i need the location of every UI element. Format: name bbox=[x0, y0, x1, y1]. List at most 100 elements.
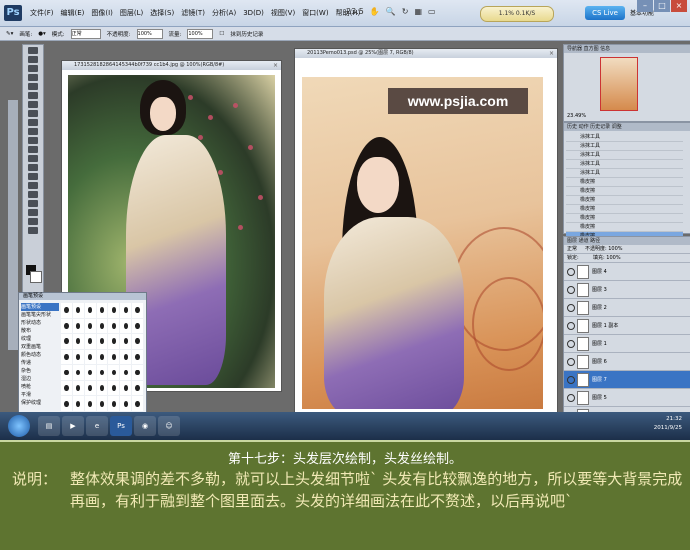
navigator-zoom[interactable]: 23.49% bbox=[567, 113, 586, 119]
menu-item[interactable]: 选择(S) bbox=[150, 8, 174, 18]
brush-preset[interactable] bbox=[108, 396, 120, 411]
brush-preset[interactable] bbox=[72, 380, 84, 396]
brush-tool-icon[interactable] bbox=[28, 110, 38, 117]
rotate-icon[interactable]: ↻ bbox=[402, 7, 409, 16]
brush-preset[interactable] bbox=[108, 303, 120, 318]
menu-item[interactable]: 图像(I) bbox=[91, 8, 113, 18]
brush-setting-item[interactable]: 颜色动态 bbox=[21, 351, 59, 359]
brush-setting-item[interactable]: 保护纹理 bbox=[21, 399, 59, 407]
brush-preset[interactable] bbox=[84, 318, 96, 334]
layer-fill[interactable]: 填充: 100% bbox=[593, 255, 621, 261]
brush-setting-item[interactable]: 传递 bbox=[21, 359, 59, 367]
history-state[interactable]: 涂抹工具 bbox=[566, 160, 683, 169]
move-tool-icon[interactable] bbox=[28, 47, 38, 54]
zoom-tool-icon[interactable] bbox=[28, 227, 38, 234]
brush-preset[interactable] bbox=[61, 303, 72, 318]
brush-preset[interactable] bbox=[132, 349, 143, 365]
brush-preset[interactable] bbox=[61, 318, 72, 334]
brush-preset[interactable] bbox=[84, 334, 96, 349]
background-color-swatch[interactable] bbox=[30, 271, 42, 283]
eye-icon[interactable] bbox=[567, 340, 575, 348]
brush-preset[interactable] bbox=[96, 365, 108, 380]
browser-icon[interactable]: e bbox=[86, 416, 108, 436]
brush-preset[interactable] bbox=[72, 365, 84, 380]
brush-preset[interactable] bbox=[120, 303, 132, 318]
layer-row[interactable]: 图层 1 bbox=[564, 335, 690, 353]
history-state[interactable]: 涂抹工具 bbox=[566, 169, 683, 178]
brush-preview[interactable]: ●▾ bbox=[38, 31, 46, 37]
eye-icon[interactable] bbox=[567, 376, 575, 384]
brush-preset[interactable] bbox=[108, 349, 120, 365]
history-state[interactable]: 橡皮擦 bbox=[566, 205, 683, 214]
layer-row[interactable]: 图层 2 bbox=[564, 299, 690, 317]
history-state[interactable]: 涂抹工具 bbox=[566, 151, 683, 160]
brush-preset[interactable] bbox=[84, 349, 96, 365]
zoom-level[interactable]: 23.5 bbox=[346, 7, 364, 16]
minimize-icon[interactable]: – bbox=[637, 0, 653, 12]
crop-tool-icon[interactable] bbox=[28, 83, 38, 90]
brush-preset[interactable] bbox=[61, 396, 72, 411]
media-player-icon[interactable]: ▶ bbox=[62, 416, 84, 436]
eyedropper-icon[interactable] bbox=[28, 92, 38, 99]
brush-preset[interactable] bbox=[84, 380, 96, 396]
history-state[interactable]: 涂抹工具 bbox=[566, 142, 683, 151]
brush-preset[interactable] bbox=[120, 380, 132, 396]
brush-preset[interactable] bbox=[120, 365, 132, 380]
explorer-icon[interactable]: ▤ bbox=[38, 416, 60, 436]
brush-preset[interactable] bbox=[120, 396, 132, 411]
gradient-tool-icon[interactable] bbox=[28, 146, 38, 153]
brush-setting-item[interactable]: 画笔笔尖形状 bbox=[21, 311, 59, 319]
brush-preset[interactable] bbox=[96, 349, 108, 365]
navigator-thumbnail[interactable] bbox=[600, 57, 638, 111]
brush-preset[interactable] bbox=[108, 334, 120, 349]
history-state[interactable]: 橡皮擦 bbox=[566, 178, 683, 187]
brush-preset[interactable] bbox=[132, 318, 143, 334]
brush-preset[interactable] bbox=[61, 380, 72, 396]
brush-preset[interactable] bbox=[96, 396, 108, 411]
flow-input[interactable]: 100% bbox=[187, 28, 214, 39]
brush-preset[interactable] bbox=[108, 365, 120, 380]
brush-preset[interactable] bbox=[108, 318, 120, 334]
eye-icon[interactable] bbox=[567, 286, 575, 294]
arrange-icon[interactable]: ▦ bbox=[414, 7, 422, 16]
hand-icon[interactable]: ✋ bbox=[370, 7, 380, 16]
brush-setting-item[interactable]: 喷枪 bbox=[21, 383, 59, 391]
navigator-tabs[interactable]: 导航器 直方图 信息 bbox=[564, 45, 690, 53]
3d-rotate-icon[interactable] bbox=[28, 209, 38, 216]
close-icon[interactable]: × bbox=[273, 61, 278, 70]
menu-item[interactable]: 滤镜(T) bbox=[181, 8, 205, 18]
app-icon[interactable]: ◉ bbox=[134, 416, 156, 436]
brush-preset[interactable] bbox=[72, 303, 84, 318]
brush-preset[interactable] bbox=[61, 334, 72, 349]
mode-select[interactable]: 正常 bbox=[70, 28, 101, 39]
opacity-input[interactable]: 100% bbox=[136, 28, 163, 39]
menu-item[interactable]: 分析(A) bbox=[212, 8, 236, 18]
brush-preset[interactable] bbox=[84, 303, 96, 318]
shape-tool-icon[interactable] bbox=[28, 200, 38, 207]
layer-row[interactable]: 图层 6 bbox=[564, 353, 690, 371]
layer-row[interactable]: 图层 5 bbox=[564, 389, 690, 407]
brush-preset[interactable] bbox=[61, 365, 72, 380]
history-brush-icon[interactable] bbox=[28, 128, 38, 135]
type-tool-icon[interactable] bbox=[28, 182, 38, 189]
healing-brush-icon[interactable] bbox=[28, 101, 38, 108]
brush-setting-item[interactable]: 画笔预设 bbox=[21, 303, 59, 311]
brush-setting-item[interactable]: 湿边 bbox=[21, 375, 59, 383]
menu-item[interactable]: 文件(F) bbox=[30, 8, 54, 18]
layer-opacity[interactable]: 不透明度: 100% bbox=[585, 246, 623, 252]
brush-preset[interactable] bbox=[96, 303, 108, 318]
eye-icon[interactable] bbox=[567, 358, 575, 366]
history-state[interactable]: 橡皮擦 bbox=[566, 187, 683, 196]
eye-icon[interactable] bbox=[567, 304, 575, 312]
history-tabs[interactable]: 历史 动作 历史记录 调整 bbox=[564, 123, 690, 131]
marquee-tool-icon[interactable] bbox=[28, 56, 38, 63]
menu-item[interactable]: 3D(D) bbox=[243, 9, 264, 17]
start-button[interactable] bbox=[8, 415, 30, 437]
tools-collapse-strip[interactable] bbox=[8, 100, 18, 350]
brush-preset[interactable] bbox=[96, 318, 108, 334]
brush-preset[interactable] bbox=[72, 318, 84, 334]
brush-preset[interactable] bbox=[120, 349, 132, 365]
qq-icon[interactable]: ☺ bbox=[158, 416, 180, 436]
brush-preset[interactable] bbox=[132, 380, 143, 396]
brush-preset[interactable] bbox=[72, 396, 84, 411]
